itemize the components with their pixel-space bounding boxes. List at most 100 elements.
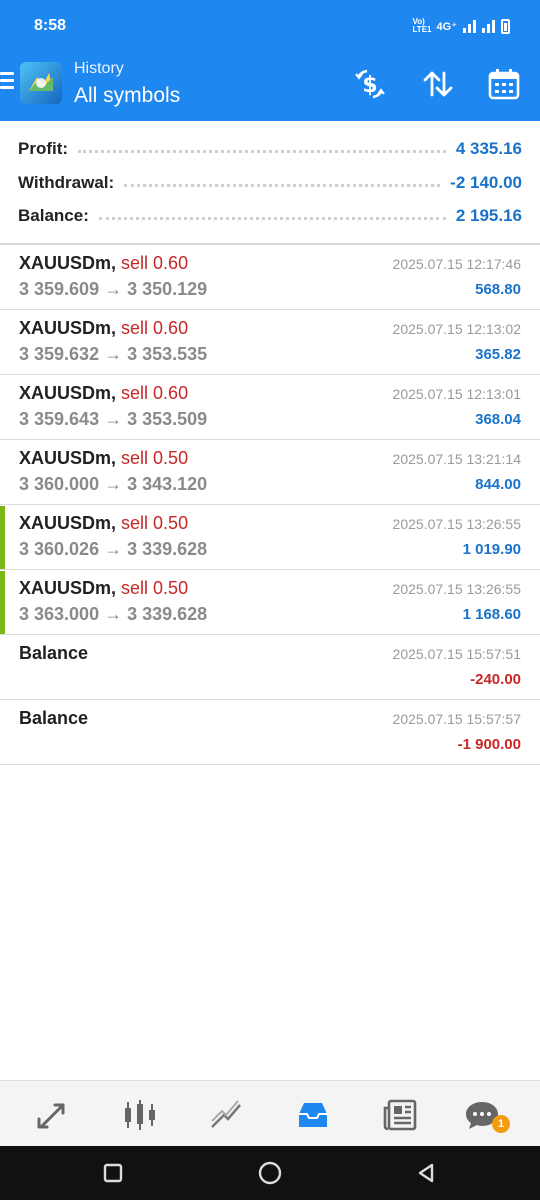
summary-profit-row: Profit: 4 335.16 bbox=[18, 135, 522, 163]
deal-symbol: XAUUSDm, sell 0.60 bbox=[19, 383, 189, 403]
chat-badge: 1 bbox=[492, 1115, 510, 1133]
sort-button[interactable] bbox=[420, 66, 456, 102]
deal-action: sell 0.60 bbox=[121, 383, 189, 403]
calendar-icon bbox=[488, 69, 520, 100]
toolbar-title[interactable]: All symbols bbox=[74, 84, 180, 108]
balance-op-time: 2025.07.15 15:57:57 bbox=[392, 711, 521, 727]
deal-prices: 3 359.632 → 3 353.535 bbox=[19, 344, 208, 364]
balance-row[interactable]: Balance 2025.07.15 15:57:57 -1 900.00 bbox=[0, 701, 540, 765]
summary-balance-row: Balance: 2 195.16 bbox=[18, 202, 522, 230]
network-type: 4G⁺ bbox=[436, 20, 457, 33]
sort-icon bbox=[423, 71, 453, 97]
nav-chat[interactable]: 1 bbox=[454, 1093, 510, 1137]
row-marker bbox=[0, 571, 5, 634]
deal-profit: 844.00 bbox=[475, 476, 521, 493]
dotted-leader bbox=[78, 149, 446, 153]
nav-trade[interactable] bbox=[204, 1093, 248, 1137]
home-icon bbox=[258, 1161, 282, 1185]
withdrawal-value: -2 140.00 bbox=[450, 173, 522, 192]
trade-icon bbox=[211, 1100, 241, 1128]
balance-op-label: Balance bbox=[19, 708, 89, 728]
balance-op-amount: -240.00 bbox=[470, 671, 521, 688]
news-icon bbox=[383, 1099, 417, 1131]
toolbar-subtitle: History bbox=[74, 60, 124, 77]
deal-profit: 368.04 bbox=[475, 411, 521, 428]
deal-prices: 3 359.609 → 3 350.129 bbox=[19, 279, 208, 299]
nav-chart[interactable] bbox=[118, 1093, 162, 1137]
deal-action: sell 0.60 bbox=[121, 253, 189, 273]
balance-op-amount: -1 900.00 bbox=[457, 736, 521, 753]
deal-prices: 3 359.643 → 3 353.509 bbox=[19, 409, 208, 429]
deal-prices: 3 363.000 → 3 339.628 bbox=[19, 604, 208, 624]
deal-time: 2025.07.15 13:26:55 bbox=[392, 516, 521, 532]
profit-value: 4 335.16 bbox=[455, 139, 522, 158]
menu-icon[interactable] bbox=[0, 72, 14, 90]
deal-time: 2025.07.15 13:21:14 bbox=[392, 451, 521, 467]
balance-op-label: Balance bbox=[19, 643, 89, 663]
recents-icon bbox=[103, 1163, 123, 1183]
back-icon bbox=[418, 1163, 434, 1183]
home-button[interactable] bbox=[257, 1160, 283, 1186]
deal-profit: 1 168.60 bbox=[462, 606, 521, 623]
row-marker bbox=[0, 506, 5, 569]
deal-row[interactable]: XAUUSDm, sell 0.60 3 359.643 → 3 353.509… bbox=[0, 376, 540, 440]
deal-symbol: XAUUSDm, sell 0.50 bbox=[19, 448, 189, 468]
deal-symbol: XAUUSDm, sell 0.60 bbox=[19, 253, 189, 273]
status-bar: 8:58 Vo) LTE1 4G⁺ bbox=[0, 0, 540, 52]
signal-2-icon bbox=[482, 19, 495, 33]
balance-op-time: 2025.07.15 15:57:51 bbox=[392, 646, 521, 662]
balance-value: 2 195.16 bbox=[455, 206, 522, 225]
deal-action: sell 0.60 bbox=[121, 318, 189, 338]
nav-news[interactable] bbox=[378, 1093, 422, 1137]
balance-label: Balance: bbox=[18, 206, 89, 225]
deal-action: sell 0.50 bbox=[121, 513, 189, 533]
history-summary: Profit: 4 335.16 Withdrawal: -2 140.00 B… bbox=[0, 121, 540, 245]
deal-time: 2025.07.15 12:13:01 bbox=[392, 386, 521, 402]
status-time: 8:58 bbox=[34, 17, 67, 34]
dotted-leader bbox=[98, 216, 446, 220]
deal-symbol: XAUUSDm, sell 0.50 bbox=[19, 513, 189, 533]
app-header: 8:58 Vo) LTE1 4G⁺ History All symbols $ bbox=[0, 0, 540, 121]
deal-row[interactable]: XAUUSDm, sell 0.50 3 360.000 → 3 343.120… bbox=[0, 441, 540, 505]
deal-row[interactable]: XAUUSDm, sell 0.60 3 359.609 → 3 350.129… bbox=[0, 246, 540, 310]
dotted-leader bbox=[124, 183, 441, 187]
balance-row[interactable]: Balance 2025.07.15 15:57:51 -240.00 bbox=[0, 636, 540, 700]
deal-profit: 365.82 bbox=[475, 346, 521, 363]
nav-quotes[interactable] bbox=[31, 1093, 75, 1137]
deal-row[interactable]: XAUUSDm, sell 0.50 3 360.026 → 3 339.628… bbox=[0, 506, 540, 570]
deal-time: 2025.07.15 12:13:02 bbox=[392, 321, 521, 337]
deal-row[interactable]: XAUUSDm, sell 0.60 3 359.632 → 3 353.535… bbox=[0, 311, 540, 375]
chart-icon bbox=[125, 1100, 155, 1130]
deal-time: 2025.07.15 12:17:46 bbox=[392, 256, 521, 272]
deal-action: sell 0.50 bbox=[121, 448, 189, 468]
deal-symbol: XAUUSDm, sell 0.50 bbox=[19, 578, 189, 598]
back-button[interactable] bbox=[413, 1160, 439, 1186]
system-nav-bar bbox=[0, 1146, 540, 1200]
withdrawal-label: Withdrawal: bbox=[18, 173, 115, 192]
bottom-nav: 1 bbox=[0, 1080, 540, 1146]
deal-action: sell 0.50 bbox=[121, 578, 189, 598]
recents-button[interactable] bbox=[100, 1160, 126, 1186]
summary-withdrawal-row: Withdrawal: -2 140.00 bbox=[18, 169, 522, 197]
deposit-withdraw-button[interactable]: $ bbox=[352, 66, 388, 102]
battery-icon bbox=[501, 18, 510, 34]
volte-indicator: Vo) LTE1 bbox=[412, 17, 432, 34]
history-icon bbox=[299, 1103, 327, 1127]
deal-symbol: XAUUSDm, sell 0.60 bbox=[19, 318, 189, 338]
deal-prices: 3 360.000 → 3 343.120 bbox=[19, 474, 208, 494]
deal-row[interactable]: XAUUSDm, sell 0.50 3 363.000 → 3 339.628… bbox=[0, 571, 540, 635]
profit-label: Profit: bbox=[18, 139, 69, 158]
deposit-withdraw-icon: $ bbox=[355, 69, 385, 99]
deal-profit: 568.80 bbox=[475, 281, 521, 298]
deal-profit: 1 019.90 bbox=[462, 541, 521, 558]
status-icons: Vo) LTE1 4G⁺ bbox=[413, 18, 510, 34]
nav-history[interactable] bbox=[291, 1093, 335, 1137]
deal-time: 2025.07.15 13:26:55 bbox=[392, 581, 521, 597]
svg-text:$: $ bbox=[362, 73, 377, 98]
toolbar: History All symbols $ bbox=[0, 52, 540, 121]
calendar-button[interactable] bbox=[486, 66, 522, 102]
signal-icon bbox=[463, 19, 476, 33]
quotes-icon bbox=[37, 1103, 65, 1129]
deal-prices: 3 360.026 → 3 339.628 bbox=[19, 539, 208, 559]
app-logo-icon bbox=[20, 62, 62, 104]
